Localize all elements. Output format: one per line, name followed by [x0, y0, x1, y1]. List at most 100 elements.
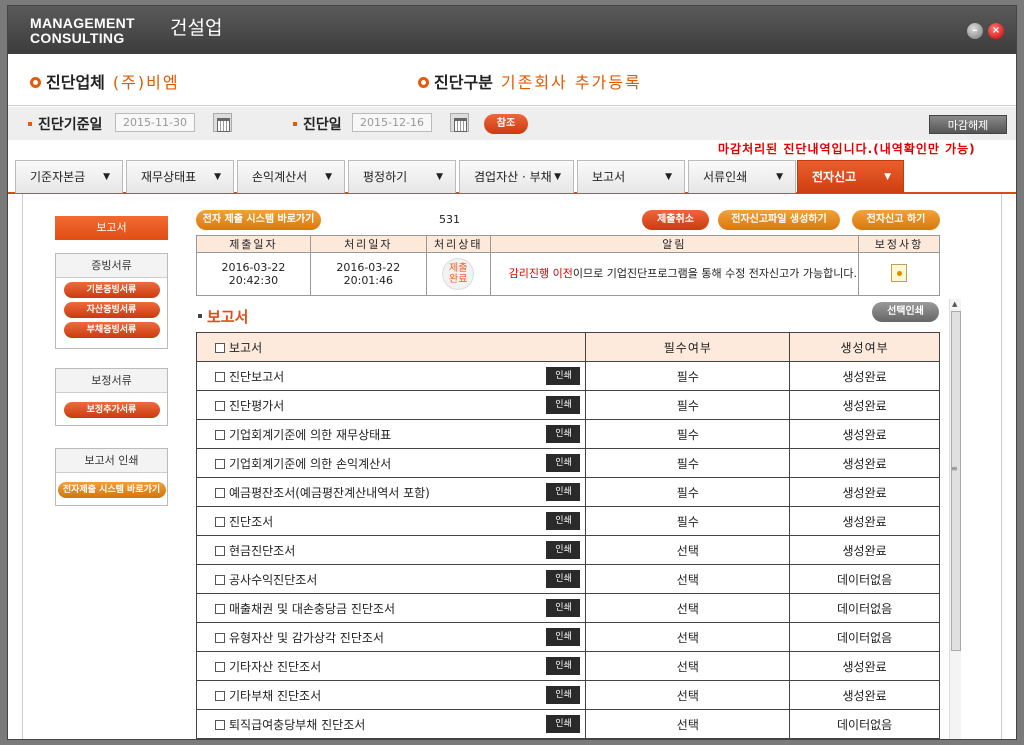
required-cell: 필수: [585, 419, 791, 449]
basic-evidence-button[interactable]: 기본증빙서류: [63, 282, 160, 298]
diag-date-input[interactable]: 2015-12-16: [352, 113, 432, 132]
process-datetime: 2016-03-22 20:01:46: [309, 252, 427, 296]
tab-income-statement[interactable]: 손익계산서 ▼: [237, 160, 345, 193]
bullet-icon: [418, 77, 429, 88]
report-name: 퇴직급여충당부채 진단조서: [229, 717, 366, 732]
scroll-thumb[interactable]: [951, 311, 961, 651]
row-checkbox[interactable]: [215, 545, 225, 556]
correction-add-button[interactable]: 보정추가서류: [63, 402, 160, 418]
row-checkbox[interactable]: [215, 574, 225, 585]
print-button[interactable]: 인쇄: [546, 512, 581, 530]
select-print-button[interactable]: 선택인쇄: [872, 302, 939, 322]
record-count: 531: [439, 213, 460, 226]
e-report-button[interactable]: 전자신고 하기: [852, 210, 940, 230]
scrollbar[interactable]: ▲ ≡: [949, 299, 961, 739]
grip-icon: ≡: [951, 464, 958, 473]
row-checkbox[interactable]: [215, 690, 225, 701]
scroll-up-icon[interactable]: ▲: [952, 300, 957, 308]
tab-evaluation[interactable]: 평정하기 ▼: [348, 160, 456, 193]
print-button[interactable]: 인쇄: [546, 541, 581, 559]
select-all-checkbox[interactable]: [215, 342, 225, 353]
chevron-down-icon: ▼: [214, 172, 221, 182]
print-button[interactable]: 인쇄: [546, 715, 581, 733]
report-name: 매출채권 및 대손충당금 진단조서: [229, 601, 396, 616]
print-button[interactable]: 인쇄: [546, 657, 581, 675]
tab-balance-sheet[interactable]: 재무상태표 ▼: [126, 160, 234, 193]
print-button[interactable]: 인쇄: [546, 454, 581, 472]
table-row: 기타부채 진단조서 인쇄 선택 생성완료: [195, 680, 940, 710]
chevron-down-icon: ▼: [884, 172, 891, 182]
print-button[interactable]: 인쇄: [546, 628, 581, 646]
close-icon[interactable]: ×: [988, 23, 1004, 39]
tab-document-print[interactable]: 서류인쇄 ▼: [688, 160, 796, 193]
required-cell: 선택: [585, 709, 791, 739]
alert-text: 감리진행 이전이므로 기업진단프로그램을 통해 수정 전자신고가 가능합니다.: [489, 252, 860, 296]
row-checkbox[interactable]: [215, 719, 225, 730]
status-cell: 생성완료: [789, 390, 940, 420]
calendar-icon[interactable]: [450, 113, 469, 132]
row-checkbox[interactable]: [215, 603, 225, 614]
chevron-down-icon: ▼: [554, 172, 561, 182]
table-row: 유형자산 및 감가상각 진단조서 인쇄 선택 데이터없음: [195, 622, 940, 652]
title-bar: MANAGEMENT CONSULTING 건설업 – ×: [8, 6, 1016, 54]
row-checkbox[interactable]: [215, 400, 225, 411]
correction-box: 보정서류 보정추가서류: [55, 368, 168, 426]
required-cell: 선택: [585, 622, 791, 652]
report-section-title: 보고서: [198, 306, 248, 327]
row-checkbox[interactable]: [215, 371, 225, 382]
row-checkbox[interactable]: [215, 458, 225, 469]
liability-evidence-button[interactable]: 부채증빙서류: [63, 322, 160, 338]
required-cell: 선택: [585, 651, 791, 681]
row-checkbox[interactable]: [215, 429, 225, 440]
row-checkbox[interactable]: [215, 516, 225, 527]
print-button[interactable]: 인쇄: [546, 425, 581, 443]
row-checkbox[interactable]: [215, 487, 225, 498]
sidebar-title: 보고서: [55, 216, 168, 240]
table-row: 퇴직급여충당부채 진단조서 인쇄 선택 데이터없음: [195, 709, 940, 739]
reference-button[interactable]: 참조: [484, 114, 528, 134]
report-print-box: 보고서 인쇄 전자제출 시스템 바로가기: [55, 448, 168, 506]
print-button[interactable]: 인쇄: [546, 686, 581, 704]
print-button[interactable]: 인쇄: [546, 570, 581, 588]
asset-evidence-button[interactable]: 자산증빙서류: [63, 302, 160, 318]
submit-datetime: 2016-03-22 20:42:30: [196, 252, 311, 296]
tab-other-assets[interactable]: 겸업자산 · 부채 ▼: [459, 160, 574, 193]
e-submit-system-button[interactable]: 전자제출 시스템 바로가기: [57, 482, 166, 498]
tab-base-capital[interactable]: 기준자본금 ▼: [15, 160, 123, 193]
print-button[interactable]: 인쇄: [546, 396, 581, 414]
status-cell: 생성완료: [789, 651, 940, 681]
unlock-button[interactable]: 마감해제: [929, 115, 1007, 134]
evidence-box: 증빙서류 기본증빙서류 자산증빙서류 부채증빙서류: [55, 253, 168, 349]
memo-icon[interactable]: [891, 263, 908, 282]
date-bar: 진단기준일 2015-11-30 진단일 2015-12-16 참조 마감해제: [8, 107, 1016, 140]
closed-notice: 마감처리된 진단내역입니다.(내역확인만 가능): [718, 142, 976, 156]
base-date-input[interactable]: 2015-11-30: [115, 113, 195, 132]
goto-e-submit-button[interactable]: 전자 제출 시스템 바로가기: [196, 210, 321, 230]
status-cell: 생성완료: [789, 506, 940, 536]
row-checkbox[interactable]: [215, 661, 225, 672]
status-cell: 생성완료: [789, 535, 940, 565]
table-row: 진단조서 인쇄 필수 생성완료: [195, 506, 940, 536]
create-e-file-button[interactable]: 전자신고파일 생성하기: [718, 210, 840, 230]
status-cell: 생성완료: [789, 477, 940, 507]
tab-report[interactable]: 보고서 ▼: [577, 160, 685, 193]
diag-date-label: 진단일: [293, 114, 342, 134]
required-cell: 선택: [585, 564, 791, 594]
print-button[interactable]: 인쇄: [546, 483, 581, 501]
row-checkbox[interactable]: [215, 632, 225, 643]
status-cell: 생성완료: [789, 448, 940, 478]
required-cell: 필수: [585, 506, 791, 536]
print-button[interactable]: 인쇄: [546, 367, 581, 385]
table-row: 현금진단조서 인쇄 선택 생성완료: [195, 535, 940, 565]
print-button[interactable]: 인쇄: [546, 599, 581, 617]
calendar-icon[interactable]: [213, 113, 232, 132]
cancel-submit-button[interactable]: 제출취소: [642, 210, 709, 230]
minimize-icon[interactable]: –: [967, 23, 983, 39]
report-table: 보고서 필수여부 생성여부 진단보고서 인쇄 필수 생성완료 진단평가서 인쇄 필수 생성완료…: [195, 332, 940, 739]
tab-e-filing[interactable]: 전자신고 ▼: [797, 160, 904, 193]
report-name: 기타부채 진단조서: [229, 688, 322, 703]
status-cell: 데이터없음: [789, 564, 940, 594]
required-cell: 필수: [585, 361, 791, 391]
company-info: 진단업체 (주)비엠: [30, 69, 180, 93]
status-cell: 생성완료: [789, 680, 940, 710]
